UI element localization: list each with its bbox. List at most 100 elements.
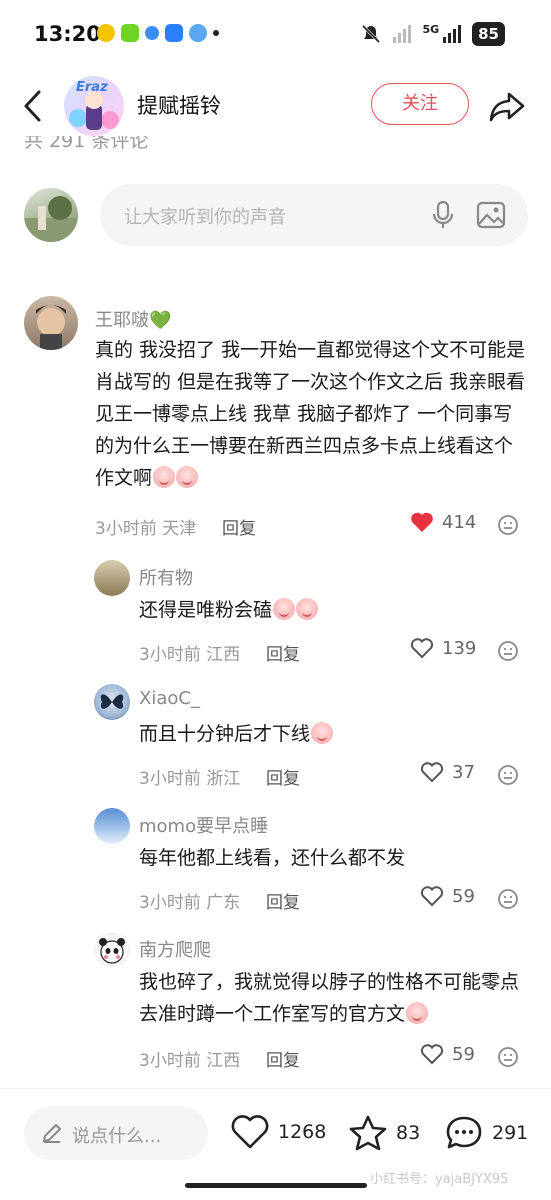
favorite-count: 83 xyxy=(396,1122,421,1144)
like-post-button[interactable]: 1268 xyxy=(230,1114,326,1150)
comment-meta: 3小时前 江西 xyxy=(139,1046,240,1071)
reply-button[interactable]: 回复 xyxy=(266,1046,300,1071)
follow-button[interactable]: 关注 xyxy=(371,83,469,125)
comment-author[interactable]: momo要早点睡 xyxy=(139,812,268,838)
like-count: 59 xyxy=(452,885,475,907)
heart-icon xyxy=(420,1044,444,1065)
comment-text-content: 每年他都上线看，还什么都不发 xyxy=(139,847,406,869)
comment-author[interactable]: 所有物 xyxy=(139,564,193,590)
app-circle-icon xyxy=(189,24,207,42)
like-button[interactable]: 59 xyxy=(420,1043,475,1065)
heart-icon xyxy=(420,886,444,907)
crying-emoji-icon xyxy=(176,466,199,488)
butterfly-icon xyxy=(100,694,124,709)
signal-icon xyxy=(393,25,412,43)
star-icon xyxy=(349,1115,387,1151)
like-button[interactable]: 37 xyxy=(420,761,475,783)
mute-icon xyxy=(362,24,381,44)
dislike-icon[interactable] xyxy=(497,514,519,536)
comment-text: 真的 我没招了 我一开始一直都觉得这个文不可能是肖战写的 但是在我等了一次这个作… xyxy=(95,334,527,494)
comment-time: 3小时前 xyxy=(139,893,201,913)
alipay-icon xyxy=(165,24,183,42)
like-button[interactable]: 139 xyxy=(410,637,476,659)
comment-location: 江西 xyxy=(206,1051,241,1071)
like-count: 37 xyxy=(452,761,475,783)
comment-count-bottom: 291 xyxy=(492,1122,529,1144)
dislike-icon[interactable] xyxy=(497,888,519,910)
comment-meta: 3小时前 广东 xyxy=(139,888,240,913)
say-something-input[interactable]: 说点什么... xyxy=(24,1106,208,1160)
reply-button[interactable]: 回复 xyxy=(222,514,256,539)
microphone-icon[interactable] xyxy=(430,200,456,230)
home-indicator xyxy=(185,1183,367,1188)
back-icon[interactable] xyxy=(18,86,48,126)
post-like-count: 1268 xyxy=(278,1121,327,1143)
heart-icon xyxy=(231,1115,269,1149)
dislike-icon[interactable] xyxy=(497,640,519,662)
like-button[interactable]: 414 xyxy=(410,511,476,533)
dislike-icon[interactable] xyxy=(497,764,519,786)
heart-icon xyxy=(410,638,434,659)
author-avatar[interactable]: Eraz xyxy=(64,76,124,136)
avatar[interactable] xyxy=(94,560,130,596)
divider xyxy=(0,1088,551,1089)
app-blue-icon xyxy=(145,26,159,40)
comment-author[interactable]: 南方爬爬 xyxy=(139,936,211,962)
comment-location: 广东 xyxy=(206,893,241,913)
crying-emoji-icon xyxy=(311,722,334,744)
crying-emoji-icon xyxy=(153,466,176,488)
favorite-button[interactable]: 83 xyxy=(348,1114,420,1152)
reply-button[interactable]: 回复 xyxy=(266,764,300,789)
author-name[interactable]: 提赋摇铃 xyxy=(137,90,221,120)
signal-strong-icon xyxy=(443,25,462,43)
like-count: 414 xyxy=(442,511,477,533)
battery-indicator: 85 xyxy=(472,22,505,46)
avatar[interactable] xyxy=(94,808,130,844)
status-right: 5G 85 xyxy=(360,22,505,46)
avatar-text: Eraz xyxy=(76,80,108,95)
pen-icon xyxy=(43,1124,61,1143)
heart-icon xyxy=(420,762,444,783)
comment-author[interactable]: 王耶啵💚 xyxy=(95,306,171,332)
heart-filled-icon xyxy=(411,512,433,532)
comment-text: 还得是唯粉会磕 xyxy=(139,594,524,626)
like-count: 59 xyxy=(452,1043,475,1065)
more-dot-icon xyxy=(213,30,219,36)
reply-button[interactable]: 回复 xyxy=(266,888,300,913)
comment-meta: 3小时前 天津 xyxy=(95,514,196,539)
comment-location: 浙江 xyxy=(206,769,241,789)
avatar-photo xyxy=(24,196,78,242)
comment-location: 江西 xyxy=(206,645,241,665)
image-icon[interactable] xyxy=(476,200,506,230)
comment-text-content: 我也碎了，我就觉得以脖子的性格不可能零点去准时蹲一个工作室写的官方文 xyxy=(139,971,520,1025)
comment-meta: 3小时前 江西 xyxy=(139,640,240,665)
my-avatar xyxy=(24,188,78,242)
like-count: 139 xyxy=(442,637,477,659)
share-icon[interactable] xyxy=(487,86,527,126)
like-button[interactable]: 59 xyxy=(420,885,475,907)
avatar-photo xyxy=(36,305,66,350)
comment-author[interactable]: XiaoC_ xyxy=(139,688,200,709)
reply-button[interactable]: 回复 xyxy=(266,640,300,665)
say-something-placeholder: 说点什么... xyxy=(72,1126,162,1147)
comment-button[interactable]: 291 xyxy=(444,1114,528,1152)
avatar[interactable] xyxy=(94,684,130,720)
comment-time: 3小时前 xyxy=(95,519,157,539)
crying-emoji-icon xyxy=(406,1002,429,1024)
comment-text-content: 还得是唯粉会磕 xyxy=(139,599,273,621)
comment-input[interactable]: 让大家听到你的声音 xyxy=(100,184,528,246)
avatar[interactable] xyxy=(24,296,78,350)
dislike-icon[interactable] xyxy=(497,1046,519,1068)
comment-text-content: 而且十分钟后才下线 xyxy=(139,723,311,745)
avatar[interactable] xyxy=(94,932,130,968)
panda-icon xyxy=(99,938,125,964)
header: Eraz 提赋摇铃 关注 xyxy=(0,70,551,142)
comment-text: 我也碎了，我就觉得以脖子的性格不可能零点去准时蹲一个工作室写的官方文 xyxy=(139,966,529,1030)
comment-text: 每年他都上线看，还什么都不发 xyxy=(139,842,524,874)
comment-count: 共 291 条评论 xyxy=(24,136,149,152)
app-green-icon xyxy=(121,24,139,42)
comment-text: 而且十分钟后才下线 xyxy=(139,718,524,750)
comment-meta: 3小时前 浙江 xyxy=(139,764,240,789)
weibo-icon xyxy=(97,24,115,42)
comment-input-placeholder: 让大家听到你的声音 xyxy=(124,207,286,228)
